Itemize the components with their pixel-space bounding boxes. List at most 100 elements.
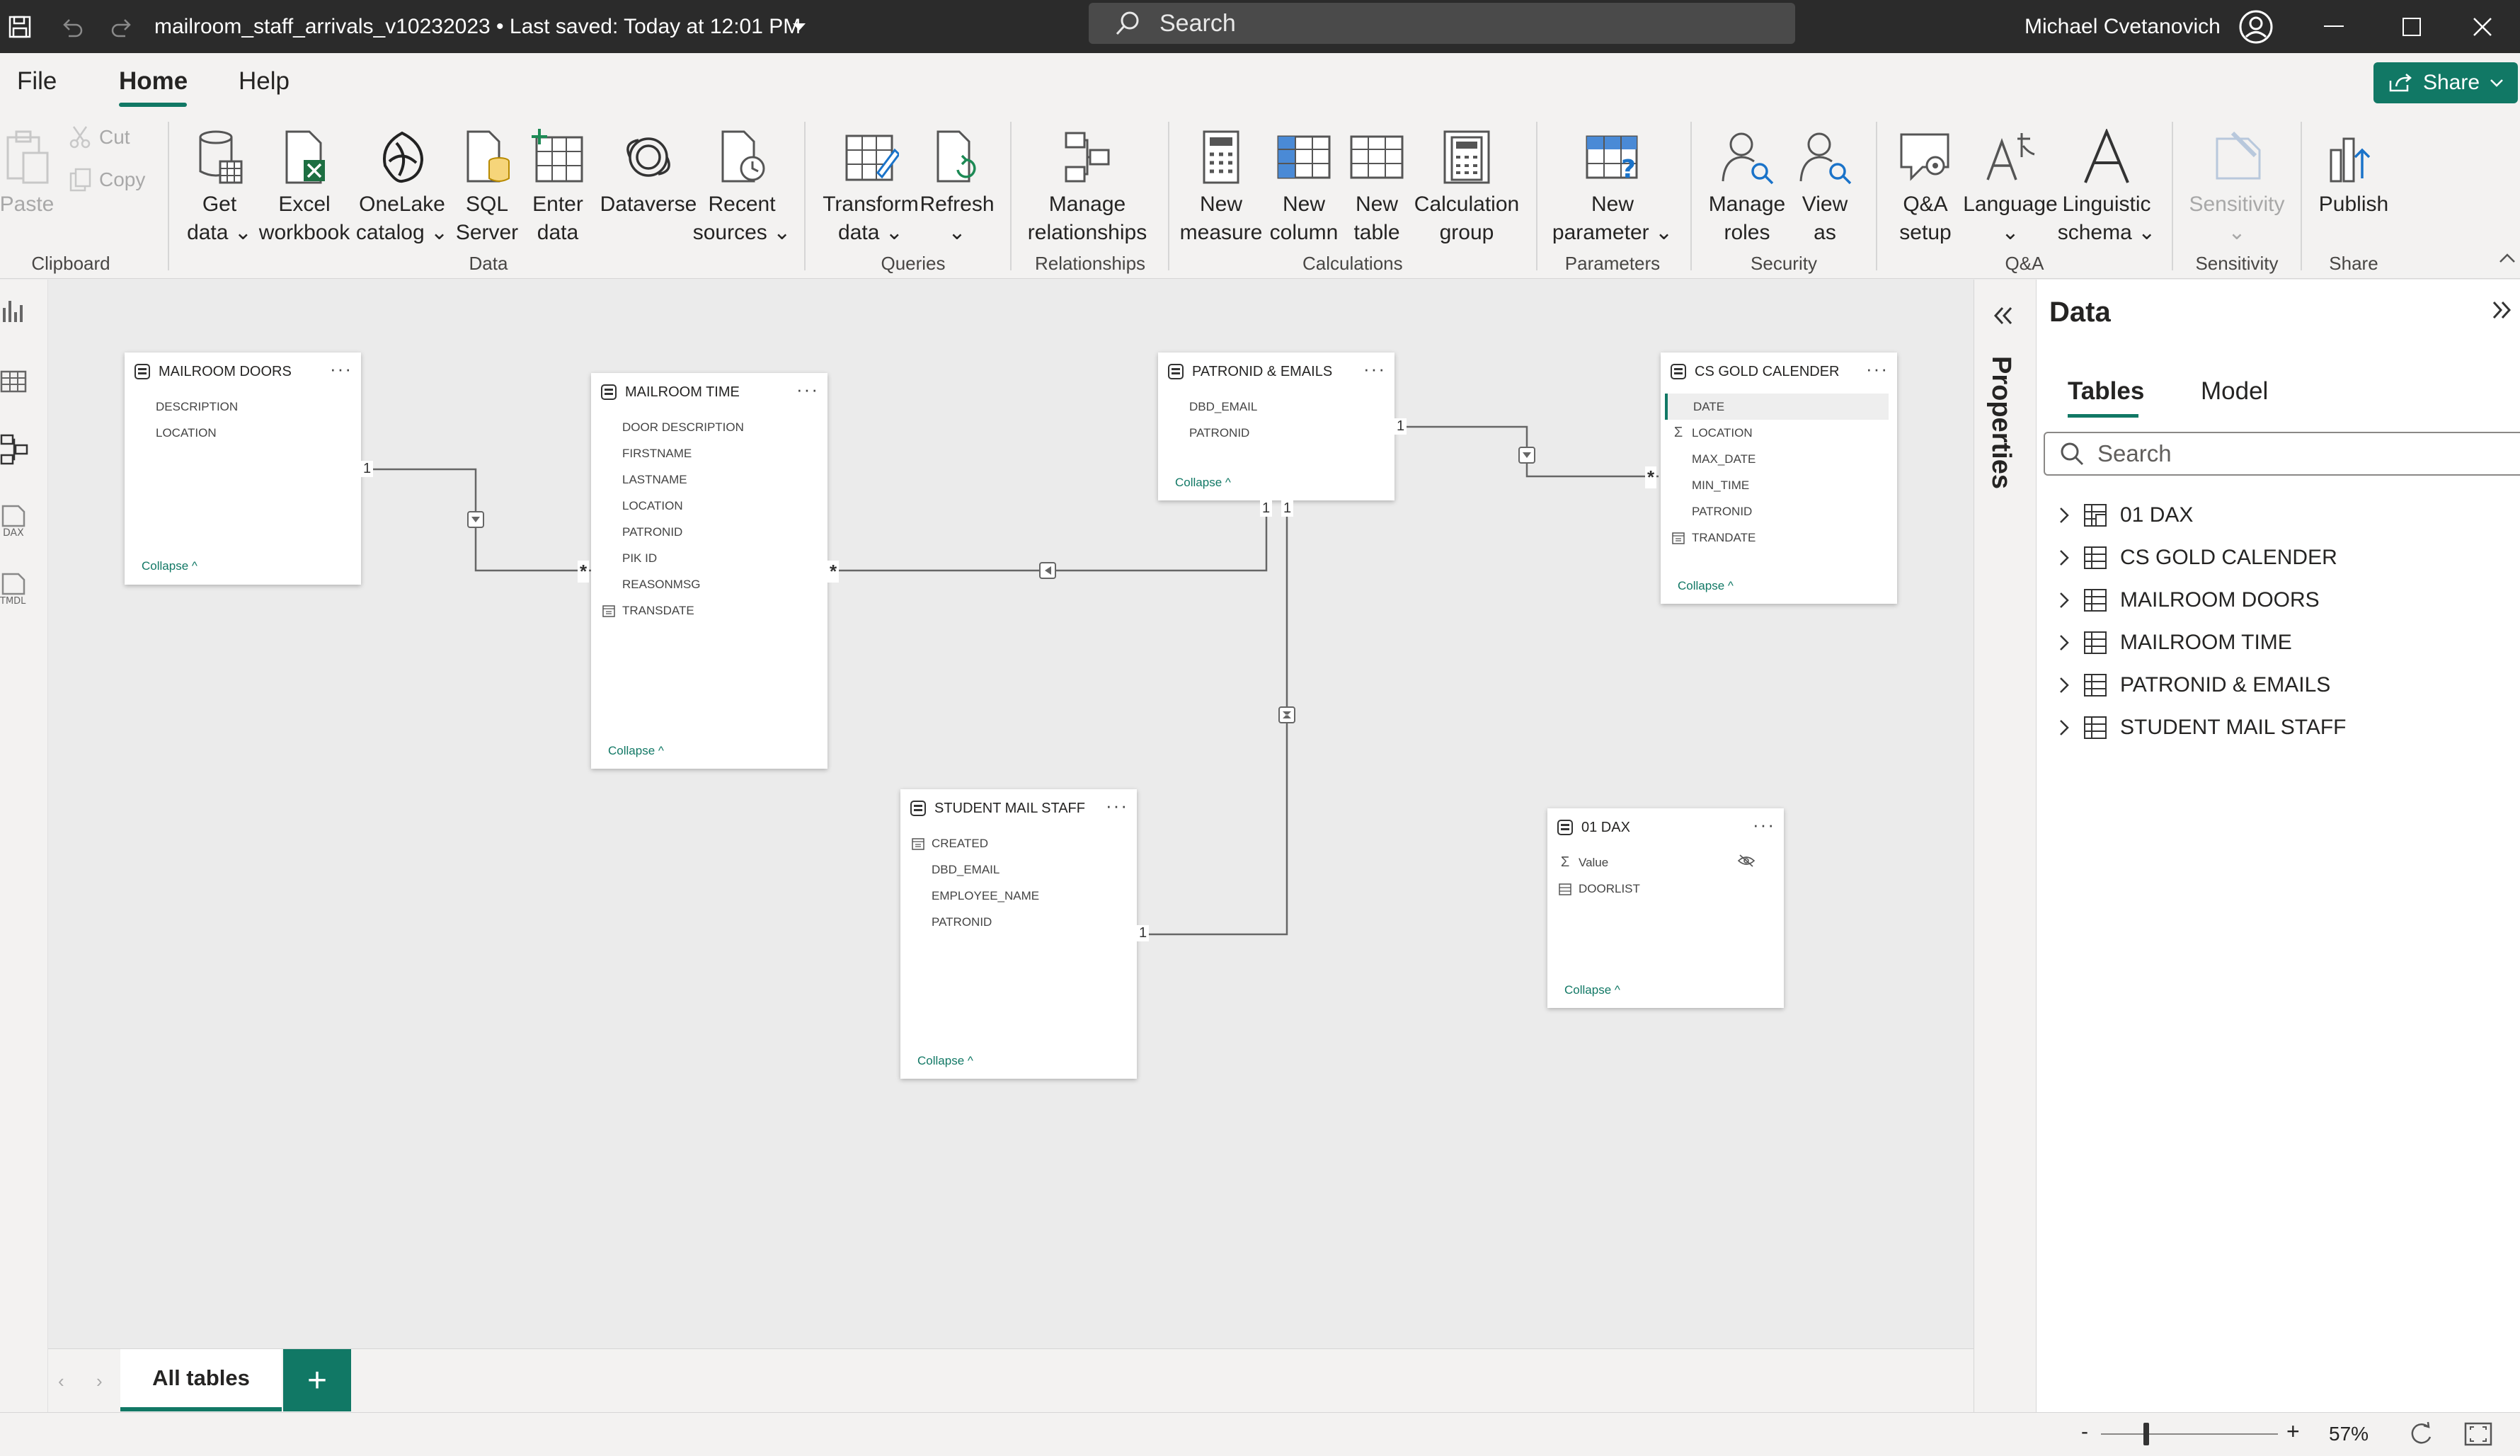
language-button[interactable]: Language ⌄ <box>1961 125 2060 247</box>
scroll-left-icon[interactable]: ‹ <box>58 1370 64 1392</box>
close-button[interactable] <box>2444 0 2520 53</box>
qa-setup-button[interactable]: Q&A setup <box>1883 125 1968 247</box>
model-canvas[interactable]: MAILROOM DOORS ··· DESCRIPTION LOCATION … <box>48 280 1974 1348</box>
share-button[interactable]: Share <box>2373 62 2518 103</box>
tab-help[interactable]: Help <box>239 67 290 96</box>
data-item-mailroom-doors[interactable]: MAILROOM DOORS <box>2058 584 2320 617</box>
more-options-icon[interactable]: ··· <box>1866 358 1889 380</box>
collapse-button[interactable]: Collapse ^ <box>1564 983 1620 997</box>
data-item-patronid-emails[interactable]: PATRONID & EMAILS <box>2058 669 2330 701</box>
field-row[interactable]: LOCATION <box>591 493 827 519</box>
minimize-button[interactable] <box>2295 0 2373 53</box>
field-row[interactable]: DBD_EMAIL <box>1158 394 1394 420</box>
add-layout-button[interactable]: + <box>283 1349 351 1411</box>
expand-properties-icon[interactable] <box>1990 305 2015 330</box>
collapse-ribbon-icon[interactable] <box>2499 253 2516 268</box>
relationship-line[interactable] <box>827 503 1268 572</box>
data-item-cs-gold-calender[interactable]: CS GOLD CALENDER <box>2058 541 2337 574</box>
field-row[interactable]: CREATED <box>900 830 1137 856</box>
field-row-selected[interactable]: DATE <box>1665 394 1889 420</box>
data-item-01-dax[interactable]: 01 DAX <box>2058 499 2193 532</box>
sensitivity-button[interactable]: Sensitivity ⌄ <box>2187 125 2286 247</box>
dataverse-button[interactable]: Dataverse <box>599 125 698 219</box>
more-options-icon[interactable]: ··· <box>330 358 353 380</box>
tab-tables[interactable]: Tables <box>2068 377 2144 406</box>
paste-button[interactable]: Paste <box>0 125 69 219</box>
dax-query-view-icon[interactable]: DAX <box>0 503 28 539</box>
tab-all-tables[interactable]: All tables <box>120 1349 282 1411</box>
table-card-mailroom-doors[interactable]: MAILROOM DOORS ··· DESCRIPTION LOCATION … <box>125 352 361 585</box>
filter-direction-icon[interactable] <box>1278 706 1295 723</box>
tab-home[interactable]: Home <box>119 67 188 96</box>
field-row[interactable]: PATRONID <box>1158 420 1394 446</box>
new-table-button[interactable]: New table <box>1334 125 1419 247</box>
copy-button[interactable]: Copy <box>68 168 145 192</box>
title-dropdown-icon[interactable] <box>789 0 809 53</box>
data-item-mailroom-time[interactable]: MAILROOM TIME <box>2058 626 2292 659</box>
manage-roles-button[interactable]: Manage roles <box>1705 125 1789 247</box>
user-name[interactable]: Michael Cvetanovich <box>2024 0 2221 53</box>
field-row[interactable]: MAX_DATE <box>1661 446 1897 472</box>
collapse-button[interactable]: Collapse ^ <box>917 1054 973 1068</box>
table-card-cs-gold-calender[interactable]: CS GOLD CALENDER ··· DATE Σ LOCATION MAX… <box>1661 352 1897 604</box>
zoom-slider[interactable] <box>2101 1433 2278 1435</box>
redo-icon[interactable] <box>105 0 139 53</box>
field-row[interactable]: PIK ID <box>591 545 827 571</box>
collapse-button[interactable]: Collapse ^ <box>142 559 197 573</box>
field-row[interactable]: PATRONID <box>1661 498 1897 524</box>
maximize-button[interactable] <box>2373 0 2451 53</box>
field-row[interactable]: TRANSDATE <box>591 597 827 624</box>
new-measure-button[interactable]: New measure <box>1179 125 1264 247</box>
zoom-slider-thumb[interactable] <box>2143 1423 2149 1445</box>
relationship-line[interactable] <box>1137 503 1288 936</box>
calculation-group-button[interactable]: Calculation group <box>1410 125 1523 247</box>
view-as-button[interactable]: View as <box>1782 125 1867 247</box>
tab-model[interactable]: Model <box>2201 377 2268 406</box>
new-column-button[interactable]: New column <box>1261 125 1346 247</box>
field-row[interactable]: PATRONID <box>900 909 1137 935</box>
field-row[interactable]: FIRSTNAME <box>591 440 827 466</box>
zoom-in-button[interactable]: + <box>2286 1418 2300 1445</box>
table-card-patronid-emails[interactable]: PATRONID & EMAILS ··· DBD_EMAIL PATRONID… <box>1158 352 1394 500</box>
field-row[interactable]: MIN_TIME <box>1661 472 1897 498</box>
collapse-button[interactable]: Collapse ^ <box>608 744 664 758</box>
tab-file[interactable]: File <box>17 67 57 96</box>
field-row[interactable]: Σ Value <box>1547 849 1784 876</box>
more-options-icon[interactable]: ··· <box>796 379 819 401</box>
hidden-eye-icon[interactable] <box>1737 854 1756 871</box>
recent-sources-button[interactable]: Recent sources ⌄ <box>693 125 791 247</box>
field-row[interactable]: PATRONID <box>591 519 827 545</box>
report-view-icon[interactable] <box>0 294 28 329</box>
new-parameter-button[interactable]: ? New parameter ⌄ <box>1549 125 1676 247</box>
more-options-icon[interactable]: ··· <box>1106 795 1128 817</box>
onelake-catalog-button[interactable]: OneLake catalog ⌄ <box>356 125 448 247</box>
table-card-student-mail-staff[interactable]: STUDENT MAIL STAFF ··· CREATED DBD_EMAIL… <box>900 789 1137 1079</box>
model-view-icon[interactable] <box>0 432 28 468</box>
field-row[interactable]: LASTNAME <box>591 466 827 493</box>
excel-workbook-button[interactable]: Excel workbook <box>259 125 350 247</box>
field-row[interactable]: LOCATION <box>125 420 361 446</box>
field-row[interactable]: DOORLIST <box>1547 876 1784 902</box>
scroll-right-icon[interactable]: › <box>96 1370 103 1392</box>
more-options-icon[interactable]: ··· <box>1753 814 1775 836</box>
table-card-01-dax[interactable]: 01 DAX ··· Σ Value DOORLIST Collapse ^ <box>1547 808 1784 1008</box>
data-item-student-mail-staff[interactable]: STUDENT MAIL STAFF <box>2058 711 2346 744</box>
transform-data-button[interactable]: Transform data ⌄ <box>821 125 920 247</box>
fit-to-screen-icon[interactable] <box>2463 1420 2493 1452</box>
table-card-mailroom-time[interactable]: MAILROOM TIME ··· DOOR DESCRIPTION FIRST… <box>591 373 827 769</box>
cut-button[interactable]: Cut <box>68 125 130 149</box>
zoom-percentage[interactable]: 57% <box>2329 1423 2369 1445</box>
undo-icon[interactable] <box>55 0 89 53</box>
more-options-icon[interactable]: ··· <box>1363 358 1386 380</box>
collapse-button[interactable]: Collapse ^ <box>1678 579 1734 593</box>
field-row[interactable]: EMPLOYEE_NAME <box>900 883 1137 909</box>
properties-label[interactable]: Properties <box>1986 356 2016 489</box>
refresh-button[interactable]: Refresh ⌄ <box>915 125 1000 247</box>
zoom-out-button[interactable]: - <box>2081 1420 2088 1444</box>
global-search-input[interactable]: Search <box>1089 3 1795 44</box>
tmdl-view-icon[interactable]: TMDL <box>0 571 28 607</box>
table-view-icon[interactable] <box>0 363 28 399</box>
avatar-icon[interactable] <box>2237 0 2275 53</box>
data-search-input[interactable]: Search <box>2044 432 2520 476</box>
field-row[interactable]: DOOR DESCRIPTION <box>591 414 827 440</box>
